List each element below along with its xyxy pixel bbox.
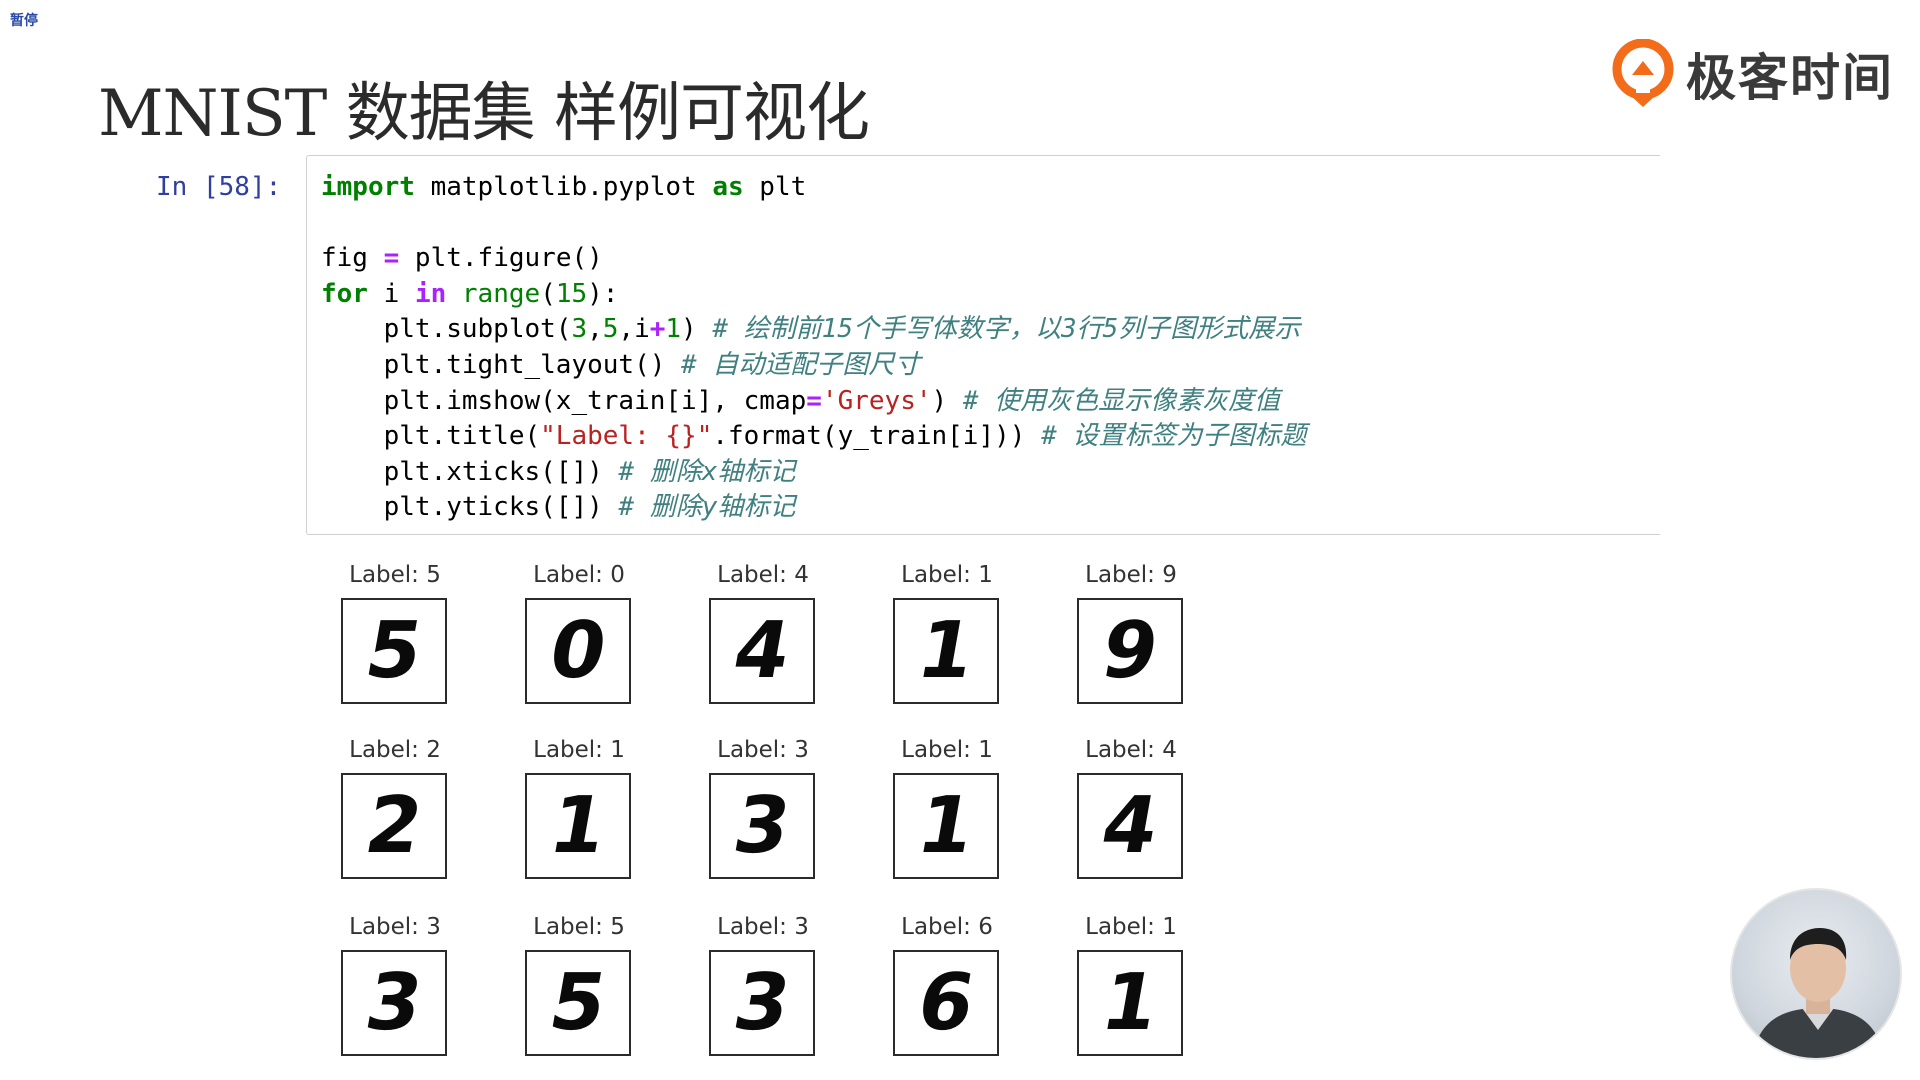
- subplot-title: Label: 9: [1085, 562, 1177, 588]
- digit-glyph: 3: [726, 958, 798, 1048]
- digit-glyph: 3: [358, 958, 430, 1048]
- geektime-logo-icon: [1612, 39, 1674, 107]
- digit-image: 1: [525, 773, 631, 879]
- digit-image: 1: [1077, 950, 1183, 1056]
- presenter-avatar-icon: [1752, 928, 1884, 1058]
- code-line: plt.imshow(x_train[i], cmap='Greys') # 使…: [321, 385, 1281, 416]
- subplot-title: Label: 3: [349, 914, 441, 940]
- digit-subplot: Label: 5 5: [524, 912, 634, 1056]
- subplot-title: Label: 3: [717, 737, 809, 763]
- digit-subplot: Label: 0 0: [524, 560, 634, 704]
- digit-subplot: Label: 9 9: [1076, 560, 1186, 704]
- digit-glyph: 4: [1094, 781, 1166, 871]
- subplot-title: Label: 1: [901, 562, 993, 588]
- code-line: fig = plt.figure(): [321, 243, 603, 274]
- digit-glyph: 1: [542, 781, 614, 871]
- digit-subplot: Label: 4 4: [1076, 735, 1186, 879]
- code-line: plt.title("Label: {}".format(y_train[i])…: [321, 421, 1307, 452]
- digit-glyph: 5: [542, 958, 614, 1048]
- digit-image: 5: [341, 598, 447, 704]
- digit-image: 4: [709, 598, 815, 704]
- digit-image: 1: [893, 773, 999, 879]
- digit-subplot: Label: 3 3: [340, 912, 450, 1056]
- digit-image: 1: [893, 598, 999, 704]
- digit-glyph: 3: [726, 781, 798, 871]
- digit-subplot: Label: 4 4: [708, 560, 818, 704]
- code-line: plt.xticks([]) # 删除x轴标记: [321, 456, 796, 487]
- digit-glyph: 5: [358, 606, 430, 696]
- code-editor[interactable]: import matplotlib.pyplot as plt fig = pl…: [321, 170, 1306, 526]
- digit-glyph: 2: [358, 781, 430, 871]
- digit-image: 9: [1077, 598, 1183, 704]
- digit-subplot: Label: 5 5: [340, 560, 450, 704]
- digit-glyph: 6: [910, 958, 982, 1048]
- digit-image: 3: [341, 950, 447, 1056]
- code-cell[interactable]: import matplotlib.pyplot as plt fig = pl…: [306, 155, 1660, 535]
- cell-prompt: In [58]:: [156, 172, 282, 202]
- digit-image: 0: [525, 598, 631, 704]
- digit-image: 4: [1077, 773, 1183, 879]
- subplot-title: Label: 4: [1085, 737, 1177, 763]
- presenter-video: [1730, 888, 1902, 1060]
- subplot-title: Label: 2: [349, 737, 441, 763]
- brand-name: 极客时间: [1686, 49, 1894, 107]
- subplot-title: Label: 1: [901, 737, 993, 763]
- digit-glyph: 0: [542, 606, 614, 696]
- pause-badge[interactable]: 暂停: [10, 10, 38, 30]
- digit-glyph: 1: [910, 781, 982, 871]
- subplot-title: Label: 6: [901, 914, 993, 940]
- digit-subplot: Label: 3 3: [708, 735, 818, 879]
- subplot-title: Label: 1: [533, 737, 625, 763]
- digit-subplot: Label: 1 1: [892, 735, 1002, 879]
- digit-subplot: Label: 1 1: [524, 735, 634, 879]
- digit-subplot: Label: 1 1: [1076, 912, 1186, 1056]
- subplot-title: Label: 0: [533, 562, 625, 588]
- digit-image: 3: [709, 773, 815, 879]
- code-line: plt.yticks([]) # 删除y轴标记: [321, 492, 796, 523]
- subplot-title: Label: 1: [1085, 914, 1177, 940]
- subplot-title: Label: 5: [533, 914, 625, 940]
- code-line: plt.subplot(3,5,i+1) # 绘制前15个手写体数字，以3行5列…: [321, 314, 1301, 345]
- brand-logo: 极客时间: [1612, 38, 1894, 110]
- digit-glyph: 4: [726, 606, 798, 696]
- output-image-grid: Label: 5 5 Label: 0 0 Label: 4 4 Label: …: [340, 560, 1200, 1060]
- code-line: for i in range(15):: [321, 278, 619, 309]
- digit-glyph: 1: [1094, 958, 1166, 1048]
- code-line: import matplotlib.pyplot as plt: [321, 172, 807, 202]
- digit-glyph: 9: [1094, 606, 1166, 696]
- digit-subplot: Label: 2 2: [340, 735, 450, 879]
- slide-title: MNIST 数据集 样例可视化: [98, 77, 870, 151]
- digit-image: 3: [709, 950, 815, 1056]
- digit-image: 5: [525, 950, 631, 1056]
- subplot-title: Label: 5: [349, 562, 441, 588]
- subplot-title: Label: 3: [717, 914, 809, 940]
- digit-subplot: Label: 1 1: [892, 560, 1002, 704]
- digit-image: 6: [893, 950, 999, 1056]
- digit-glyph: 1: [910, 606, 982, 696]
- digit-subplot: Label: 3 3: [708, 912, 818, 1056]
- digit-subplot: Label: 6 6: [892, 912, 1002, 1056]
- subplot-title: Label: 4: [717, 562, 809, 588]
- code-line: plt.tight_layout() # 自动适配子图尺寸: [321, 349, 921, 380]
- digit-image: 2: [341, 773, 447, 879]
